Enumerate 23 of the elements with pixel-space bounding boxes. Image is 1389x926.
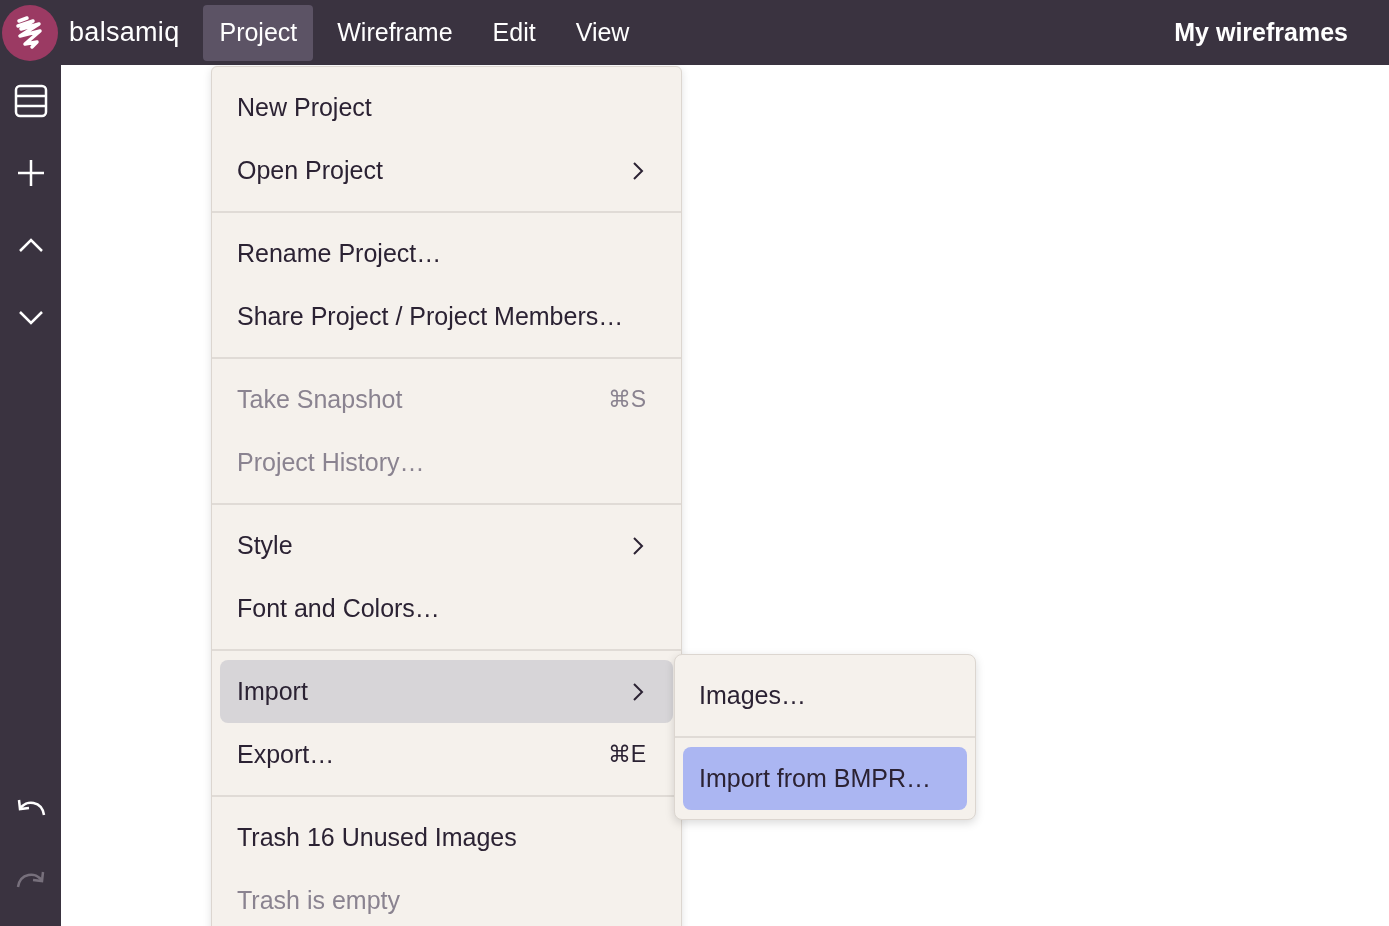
menu-item[interactable]: Export… ⌘E — [220, 723, 673, 786]
menu-item[interactable]: Open Project — [220, 139, 673, 202]
menu-item[interactable]: Import — [220, 660, 673, 723]
panel-icon — [13, 84, 48, 118]
chevron-up-icon — [17, 237, 44, 253]
menu-bar-item[interactable]: Project — [203, 4, 314, 61]
menu-bar-item[interactable]: Edit — [476, 4, 552, 61]
menu-item[interactable]: Share Project / Project Members… — [220, 285, 673, 348]
menu-item[interactable]: Style — [220, 514, 673, 577]
shortcut-label: ⌘E — [607, 740, 646, 770]
my-wireframes-link[interactable]: My wireframes — [1174, 13, 1348, 52]
shortcut-label: ⌘S — [607, 385, 646, 415]
chevron-down-icon — [17, 309, 44, 325]
menu-item[interactable]: Import from BMPR… — [683, 747, 967, 810]
menu-item[interactable]: New Project — [220, 76, 673, 139]
menu-item[interactable]: Images… — [683, 664, 967, 727]
menu-item[interactable]: Font and Colors… — [220, 577, 673, 640]
menu-bar-item[interactable]: Wireframe — [321, 4, 469, 61]
logo-icon[interactable] — [1, 3, 59, 62]
brand-name: balsamiq — [69, 16, 180, 50]
menu-bar-item[interactable]: View — [559, 4, 646, 61]
menu-item[interactable]: Trash 16 Unused Images — [220, 806, 673, 869]
menu-item[interactable]: Rename Project… — [220, 222, 673, 285]
